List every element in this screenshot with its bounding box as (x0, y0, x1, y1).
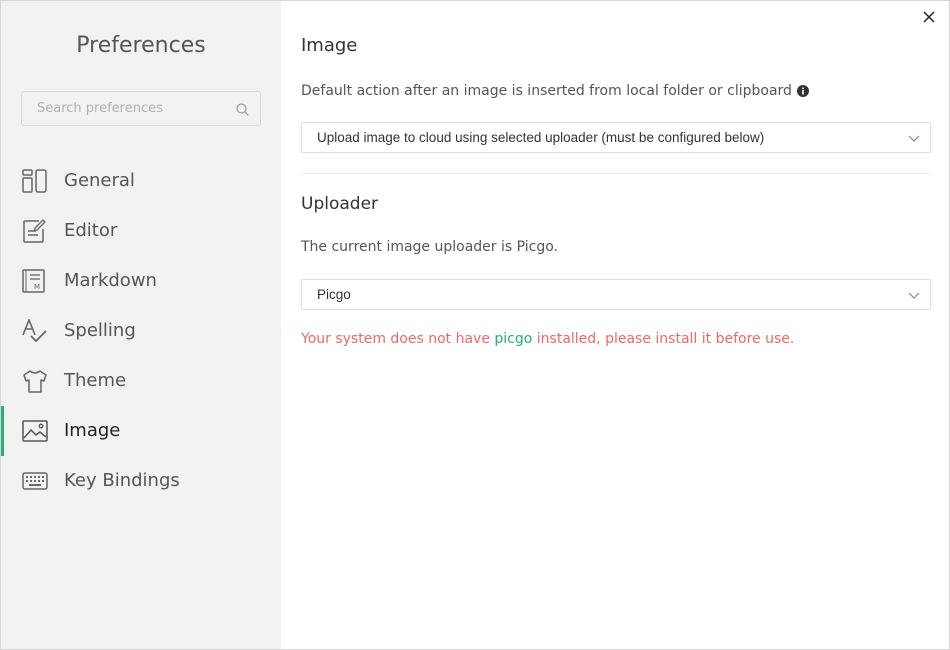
preferences-window: Preferences General (0, 0, 950, 650)
image-section-title: Image (301, 35, 358, 56)
search-input[interactable] (22, 92, 232, 125)
image-icon (22, 420, 48, 442)
sidebar-item-label: Key Bindings (64, 470, 180, 491)
sidebar-item-label: Theme (64, 370, 127, 391)
info-icon[interactable] (796, 85, 809, 97)
warning-prefix: Your system does not have (301, 331, 495, 347)
sidebar-item-key-bindings[interactable]: Key Bindings (1, 456, 281, 506)
sidebar-item-label: Editor (64, 220, 118, 241)
warning-suffix: installed, please install it before use. (532, 331, 795, 347)
picgo-link[interactable]: picgo (494, 331, 532, 347)
image-action-description: Default action after an image is inserte… (301, 83, 809, 99)
sidebar-item-label: Image (64, 420, 121, 441)
uploader-warning: Your system does not have picgo installe… (301, 331, 794, 347)
editor-icon (23, 219, 46, 243)
search-icon[interactable] (236, 103, 249, 116)
spelling-icon (22, 319, 47, 343)
search-box[interactable] (21, 91, 261, 126)
general-icon (22, 169, 47, 193)
uploader-description: The current image uploader is Picgo. (301, 239, 559, 255)
sidebar-item-spelling[interactable]: Spelling (1, 306, 281, 356)
chevron-down-icon (908, 135, 920, 142)
keyboard-icon (22, 472, 48, 490)
sidebar-item-markdown[interactable]: M Markdown (1, 256, 281, 306)
chevron-down-icon (908, 292, 920, 299)
close-icon[interactable] (921, 9, 937, 25)
sidebar-item-image[interactable]: Image (1, 406, 281, 456)
markdown-icon: M (22, 269, 45, 293)
theme-icon (23, 370, 47, 393)
image-action-select-value: Upload image to cloud using selected upl… (317, 130, 765, 145)
uploader-select-value: Picgo (317, 287, 351, 302)
sidebar: Preferences General (1, 1, 281, 649)
sidebar-item-label: Spelling (64, 320, 136, 341)
sidebar-item-general[interactable]: General (1, 156, 281, 206)
sidebar-nav: General Editor M Markdown Spelling Theme… (1, 156, 281, 506)
sidebar-item-label: General (64, 170, 135, 191)
uploader-select[interactable]: Picgo (301, 279, 931, 310)
sidebar-item-editor[interactable]: Editor (1, 206, 281, 256)
main-panel: Image Default action after an image is i… (281, 1, 949, 649)
image-action-select[interactable]: Upload image to cloud using selected upl… (301, 122, 931, 153)
sidebar-title: Preferences (76, 33, 206, 58)
sidebar-item-label: Markdown (64, 270, 157, 291)
uploader-section-title: Uploader (301, 194, 379, 214)
section-divider (301, 173, 931, 174)
image-action-description-text: Default action after an image is inserte… (301, 83, 792, 99)
svg-text:M: M (34, 283, 40, 291)
sidebar-item-theme[interactable]: Theme (1, 356, 281, 406)
